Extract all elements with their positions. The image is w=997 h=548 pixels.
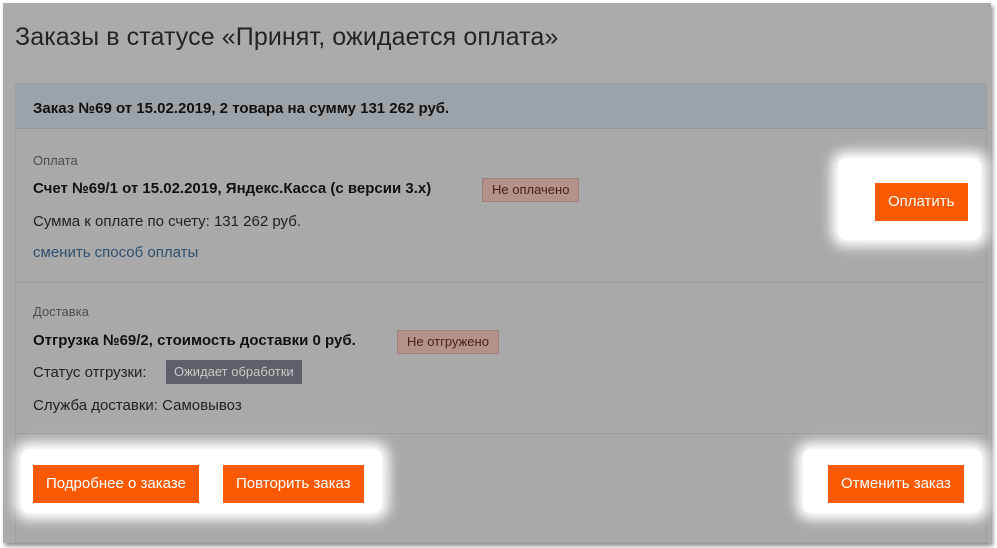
shipment-status-label: Статус отгрузки: [33,364,147,381]
page-title: Заказы в статусе «Принят, ожидается опла… [15,23,559,51]
cancel-order-button[interactable]: Отменить заказ [828,465,964,503]
repeat-order-button[interactable]: Повторить заказ [223,465,364,503]
shipment-status-badge: Не отгружено [397,330,499,354]
payment-amount: Сумма к оплате по счету: 131 262 руб. [33,213,301,230]
order-card: Заказ №69 от 15.02.2019, 2 товара на сум… [15,83,987,543]
delivery-service: Служба доставки: Самовывоз [33,397,242,414]
change-payment-method-link[interactable]: сменить способ оплаты [33,244,198,261]
payment-section-label: Оплата [33,153,78,168]
order-details-button[interactable]: Подробнее о заказе [33,465,199,503]
payment-status-badge: Не оплачено [482,178,580,202]
shipment-title: Отгрузка №69/2, стоимость доставки 0 руб… [33,332,356,349]
screenshot-frame: Заказы в статусе «Принят, ожидается опла… [3,3,991,543]
processing-status-badge: Ожидает обработки [166,360,302,384]
pay-button[interactable]: Оплатить [875,183,968,221]
section-divider [16,282,986,283]
section-divider [16,433,986,434]
order-header: Заказ №69 от 15.02.2019, 2 товара на сум… [16,84,986,129]
delivery-section-label: Доставка [33,304,89,319]
invoice-title: Счет №69/1 от 15.02.2019, Яндекс.Касса (… [33,180,432,197]
